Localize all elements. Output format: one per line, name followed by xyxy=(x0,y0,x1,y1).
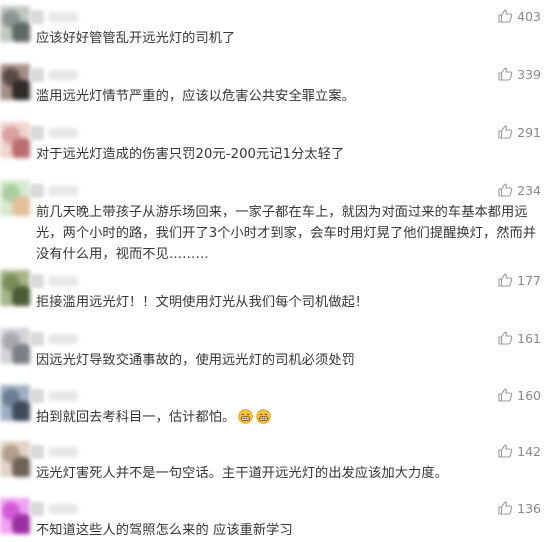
avatar[interactable] xyxy=(0,122,30,158)
comment-text: 拍到就回去考科目一，估计都怕。 xyxy=(36,407,541,428)
comment-text: 应该好好管管乱开远光灯的司机了 xyxy=(36,28,541,49)
comment-text-content: 拍到就回去考科目一，估计都怕。 xyxy=(36,410,236,425)
comment-text: 因远光灯导致交通事故的，使用远光灯的司机必须处罚 xyxy=(36,350,541,371)
comment-text-content: 因远光灯导致交通事故的，使用远光灯的司机必须处罚 xyxy=(36,353,355,368)
comment-text-content: 对于远光灯造成的伤害只罚20元-200元记1分太轻了 xyxy=(36,147,345,162)
nickname-blur xyxy=(48,70,78,80)
avatar[interactable] xyxy=(0,441,30,477)
thumbs-up-icon xyxy=(498,183,513,197)
nickname-blur xyxy=(30,502,44,516)
thumbs-up-icon xyxy=(498,125,513,139)
nickname-blur xyxy=(30,332,44,346)
like-button[interactable]: 160 xyxy=(498,385,541,405)
nickname-blur xyxy=(30,10,44,24)
avatar[interactable] xyxy=(0,6,30,42)
avatar[interactable] xyxy=(0,385,30,421)
comment-text: 拒接滥用远光灯！！文明使用灯光从我们每个司机做起！ xyxy=(36,292,541,313)
nickname-blur xyxy=(48,334,78,344)
nickname-blur xyxy=(30,68,44,82)
nickname-blur xyxy=(48,447,78,457)
like-count: 160 xyxy=(517,387,541,403)
thumbs-up-icon xyxy=(498,501,513,515)
avatar[interactable] xyxy=(0,270,30,306)
like-count: 177 xyxy=(517,272,541,288)
comment-text-content: 应该好好管管乱开远光灯的司机了 xyxy=(36,31,236,46)
thumbs-up-icon xyxy=(498,388,513,402)
nickname-blur xyxy=(48,391,78,401)
comment-text: 远光灯害死人并不是一句空话。主干道开远光灯的出发应该加大力度。 xyxy=(36,463,541,484)
avatar[interactable] xyxy=(0,328,30,364)
nickname-blur xyxy=(30,445,44,459)
comment-text-content: 前几天晚上带孩子从游乐场回来，一家子都在车上，就因为对面过来的车基本都用远光，两… xyxy=(36,205,537,262)
comment-text: 滥用远光灯情节严重的，应该以危害公共安全罪立案。 xyxy=(36,86,541,107)
like-button[interactable]: 161 xyxy=(498,328,541,348)
like-count: 161 xyxy=(517,330,541,346)
like-button[interactable]: 234 xyxy=(498,180,541,200)
thumbs-up-icon xyxy=(498,331,513,345)
nickname-blur xyxy=(48,186,78,196)
comment-text-content: 远光灯害死人并不是一句空话。主干道开远光灯的出发应该加大力度。 xyxy=(36,466,448,481)
nickname-blur xyxy=(30,184,44,198)
like-button[interactable]: 142 xyxy=(498,441,541,461)
comment-text-content: 滥用远光灯情节严重的，应该以危害公共安全罪立案。 xyxy=(36,89,355,104)
nickname-blur xyxy=(30,389,44,403)
thumbs-up-icon xyxy=(498,444,513,458)
like-count: 234 xyxy=(517,182,541,198)
grin-emoji xyxy=(238,409,254,424)
like-count: 136 xyxy=(517,500,541,516)
nickname-blur xyxy=(48,12,78,22)
like-count: 339 xyxy=(517,66,541,82)
nickname-blur xyxy=(30,274,44,288)
thumbs-up-icon xyxy=(498,67,513,81)
nickname-blur xyxy=(48,504,78,514)
nickname-blur xyxy=(48,276,78,286)
comment-text: 不知道这些人的驾照怎么来的 应该重新学习 xyxy=(36,520,541,541)
avatar[interactable] xyxy=(0,180,30,216)
like-count: 291 xyxy=(517,124,541,140)
like-button[interactable]: 339 xyxy=(498,64,541,84)
like-button[interactable]: 403 xyxy=(498,6,541,26)
comment-text: 前几天晚上带孩子从游乐场回来，一家子都在车上，就因为对面过来的车基本都用远光，两… xyxy=(36,202,541,265)
comment-text: 对于远光灯造成的伤害只罚20元-200元记1分太轻了 xyxy=(36,144,541,165)
like-button[interactable]: 291 xyxy=(498,122,541,142)
thumbs-up-icon xyxy=(498,9,513,23)
like-count: 403 xyxy=(517,8,541,24)
thumbs-up-icon xyxy=(498,273,513,287)
like-count: 142 xyxy=(517,443,541,459)
like-button[interactable]: 177 xyxy=(498,270,541,290)
avatar[interactable] xyxy=(0,498,30,534)
avatar[interactable] xyxy=(0,64,30,100)
grin-emoji xyxy=(256,409,272,424)
comment-text-content: 不知道这些人的驾照怎么来的 应该重新学习 xyxy=(36,523,293,538)
nickname-blur xyxy=(30,126,44,140)
comment-text-content: 拒接滥用远光灯！！文明使用灯光从我们每个司机做起！ xyxy=(36,295,369,310)
nickname-blur xyxy=(48,128,78,138)
like-button[interactable]: 136 xyxy=(498,498,541,518)
